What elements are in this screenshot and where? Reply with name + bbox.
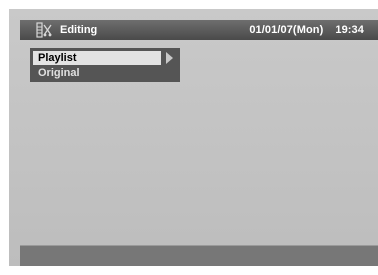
status-bar bbox=[20, 245, 378, 266]
menu-item-playlist[interactable]: Playlist bbox=[33, 51, 161, 65]
menu-item-label: Original bbox=[38, 67, 80, 79]
title-bar: Editing 01/01/07(Mon) 19:34 bbox=[20, 20, 378, 40]
date-text: 01/01/07(Mon) bbox=[249, 24, 324, 36]
menu-item-original[interactable]: Original bbox=[33, 66, 177, 80]
screen-title: Editing bbox=[60, 24, 98, 36]
menu-item-label: Playlist bbox=[38, 52, 77, 64]
time-text: 19:34 bbox=[335, 24, 364, 36]
editing-film-icon bbox=[36, 22, 52, 38]
editing-menu: Playlist Original bbox=[30, 48, 180, 82]
submenu-arrow-icon bbox=[166, 52, 173, 64]
date-time-display: 01/01/07(Mon) 19:34 bbox=[249, 24, 364, 36]
